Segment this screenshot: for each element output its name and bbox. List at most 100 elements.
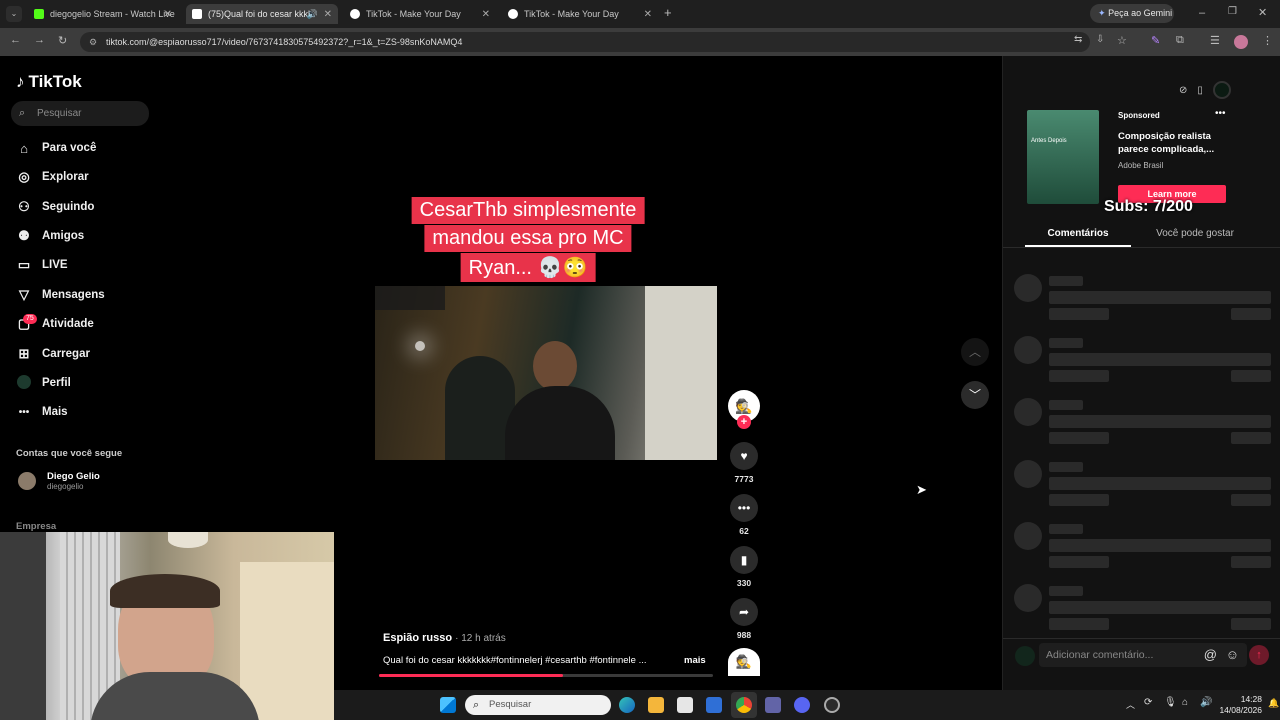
url-text: tiktok.com/@espiaorusso717/video/7673741… bbox=[106, 37, 463, 47]
extensions-icon[interactable]: ⧉ bbox=[1176, 34, 1184, 47]
mention-icon[interactable]: @ bbox=[1204, 643, 1217, 667]
speaker-icon[interactable]: 🔊 bbox=[307, 9, 318, 20]
nav-item-para-voce[interactable]: ⌂ Para você bbox=[16, 138, 96, 158]
browser-tab-2[interactable]: (75)Qual foi do cesar kkkk 🔊 ✕ bbox=[186, 4, 338, 24]
close-tab-icon[interactable]: ✕ bbox=[324, 9, 332, 20]
save-action[interactable]: ▮ 330 bbox=[730, 546, 758, 588]
tiktok-favicon-icon bbox=[508, 9, 518, 19]
followed-account-name[interactable]: Diego Gelio bbox=[47, 471, 100, 482]
ad-options-icon[interactable]: ••• bbox=[1215, 108, 1226, 119]
forward-icon[interactable]: → bbox=[34, 34, 45, 46]
settings-gear-icon[interactable] bbox=[824, 697, 840, 713]
more-link[interactable]: mais bbox=[684, 655, 706, 666]
emoji-icon[interactable]: ☺ bbox=[1226, 643, 1239, 667]
nav-item-seguindo[interactable]: ⚇ Seguindo bbox=[16, 197, 94, 217]
video-progress-track[interactable] bbox=[379, 674, 713, 677]
minimize-icon[interactable]: – bbox=[1199, 7, 1205, 19]
tray-chevron-icon[interactable]: ︿ bbox=[1126, 698, 1135, 711]
author-name[interactable]: Espião russo bbox=[383, 632, 452, 644]
previous-video-button[interactable]: ︿ bbox=[961, 338, 989, 366]
discord-icon[interactable] bbox=[794, 697, 810, 713]
gemini-button[interactable]: ✦ Peça ao Gemini bbox=[1090, 4, 1174, 23]
share-icon[interactable]: ➦ bbox=[730, 598, 758, 626]
tab-suggested[interactable]: Você pode gostar bbox=[1139, 228, 1251, 239]
heart-icon[interactable]: ♥ bbox=[730, 442, 758, 470]
user-avatar-icon[interactable] bbox=[1212, 81, 1231, 99]
video-player[interactable] bbox=[375, 286, 717, 460]
notification-bell-icon[interactable]: 🔔 bbox=[1268, 698, 1279, 709]
maximize-icon[interactable]: ❐ bbox=[1228, 6, 1237, 17]
browser-tab-bar: ⌄ diegogelio Stream - Watch Live ✕ (75)Q… bbox=[0, 0, 1280, 28]
taskbar-search-input[interactable]: ⌕ Pesquisar bbox=[465, 695, 611, 715]
taskbar-clock[interactable]: 14:28 14/08/2026 bbox=[1214, 694, 1262, 716]
search-placeholder: Pesquisar bbox=[37, 108, 82, 119]
comment-action[interactable]: ••• 62 bbox=[730, 494, 758, 536]
teams-icon[interactable] bbox=[765, 697, 781, 713]
browser-tab-1[interactable]: diegogelio Stream - Watch Live ✕ bbox=[28, 4, 178, 24]
ad-thumbnail[interactable]: Antes Depois bbox=[1027, 110, 1099, 204]
tab-comments[interactable]: Comentários bbox=[1025, 228, 1131, 239]
tray-volume-icon[interactable]: 🔊 bbox=[1200, 697, 1212, 708]
share-action[interactable]: ➦ 988 bbox=[730, 598, 758, 640]
url-field[interactable]: ⚙ tiktok.com/@espiaorusso717/video/76737… bbox=[80, 32, 1090, 52]
nav-label: Mais bbox=[42, 406, 68, 418]
close-tab-icon[interactable]: ✕ bbox=[164, 9, 172, 20]
browser-menu-icon[interactable]: ⋮ bbox=[1262, 34, 1273, 47]
ad-title[interactable]: Composição realista parece complicada,..… bbox=[1118, 130, 1226, 156]
comment-skeleton-line bbox=[1049, 524, 1083, 534]
follow-plus-button[interactable]: + bbox=[737, 415, 751, 429]
comment-count: 62 bbox=[739, 526, 749, 536]
tray-sync-icon[interactable]: ⟳ bbox=[1144, 697, 1152, 708]
back-icon[interactable]: ← bbox=[10, 34, 21, 46]
translate-icon[interactable]: ⇆ bbox=[1074, 34, 1082, 45]
pen-extension-icon[interactable]: ✎ bbox=[1151, 34, 1160, 47]
comment-input[interactable]: Adicionar comentário... @ ☺ bbox=[1039, 643, 1247, 667]
tiktok-logo[interactable]: ♪ TikTok bbox=[16, 72, 82, 92]
install-app-icon[interactable]: ⇩ bbox=[1096, 34, 1104, 45]
outlook-icon[interactable] bbox=[706, 697, 722, 713]
nav-item-perfil[interactable]: Perfil bbox=[16, 373, 71, 393]
send-comment-button[interactable]: ↑ bbox=[1249, 645, 1269, 665]
file-explorer-icon[interactable] bbox=[648, 697, 664, 713]
site-info-icon[interactable]: ⚙ bbox=[89, 32, 97, 52]
bookmark-star-icon[interactable]: ☆ bbox=[1117, 34, 1127, 47]
nav-item-mensagens[interactable]: ▽ Mensagens bbox=[16, 285, 105, 305]
windows-start-icon[interactable] bbox=[440, 697, 456, 713]
window-close-icon[interactable]: ✕ bbox=[1258, 6, 1267, 19]
tray-mic-icon[interactable]: 🎙 bbox=[1164, 697, 1177, 708]
ad-thumb-text: Antes Depois bbox=[1031, 138, 1067, 144]
music-disc-icon[interactable]: 🕵 bbox=[728, 648, 760, 676]
close-tab-icon[interactable]: ✕ bbox=[482, 9, 490, 20]
browser-tab-3[interactable]: TikTok - Make Your Day ✕ bbox=[344, 4, 496, 24]
tab-search-icon[interactable]: ⌄ bbox=[6, 6, 22, 22]
comment-skeleton-avatar bbox=[1014, 274, 1042, 302]
nav-label: Explorar bbox=[42, 171, 89, 183]
comment-icon[interactable]: ••• bbox=[730, 494, 758, 522]
close-tab-icon[interactable]: ✕ bbox=[644, 9, 652, 20]
wall bbox=[645, 286, 717, 460]
chrome-icon[interactable] bbox=[736, 697, 752, 713]
tiktok-search-input[interactable]: ⌕ Pesquisar bbox=[11, 101, 149, 126]
reading-list-icon[interactable]: ☰ bbox=[1210, 34, 1220, 47]
edge-icon[interactable] bbox=[619, 697, 635, 713]
nav-item-explorar[interactable]: ◎ Explorar bbox=[16, 167, 89, 187]
tray-network-icon[interactable]: ⌂ bbox=[1182, 697, 1188, 708]
like-action[interactable]: ♥ 7773 bbox=[730, 442, 758, 484]
compass-small-icon[interactable]: ⊘ bbox=[1179, 85, 1187, 96]
video-author[interactable]: Espião russo · 12 h atrás bbox=[383, 632, 506, 644]
new-tab-icon[interactable]: + bbox=[664, 5, 672, 20]
phone-icon[interactable]: ▯ bbox=[1197, 85, 1203, 96]
nav-item-carregar[interactable]: ⊞ Carregar bbox=[16, 344, 90, 364]
store-icon[interactable] bbox=[677, 697, 693, 713]
browser-tab-4[interactable]: TikTok - Make Your Day ✕ bbox=[502, 4, 658, 24]
bookmark-icon[interactable]: ▮ bbox=[730, 546, 758, 574]
comment-skeleton-line bbox=[1049, 291, 1271, 304]
reload-icon[interactable]: ↻ bbox=[58, 34, 67, 47]
next-video-button[interactable]: ﹀ bbox=[961, 381, 989, 409]
nav-item-mais[interactable]: ••• Mais bbox=[16, 402, 68, 422]
profile-avatar-icon[interactable] bbox=[1234, 35, 1248, 49]
save-count: 330 bbox=[736, 578, 752, 588]
nav-item-amigos[interactable]: ⚉ Amigos bbox=[16, 226, 84, 246]
nav-item-live[interactable]: ▭ LIVE bbox=[16, 255, 68, 275]
avatar[interactable] bbox=[18, 472, 36, 490]
